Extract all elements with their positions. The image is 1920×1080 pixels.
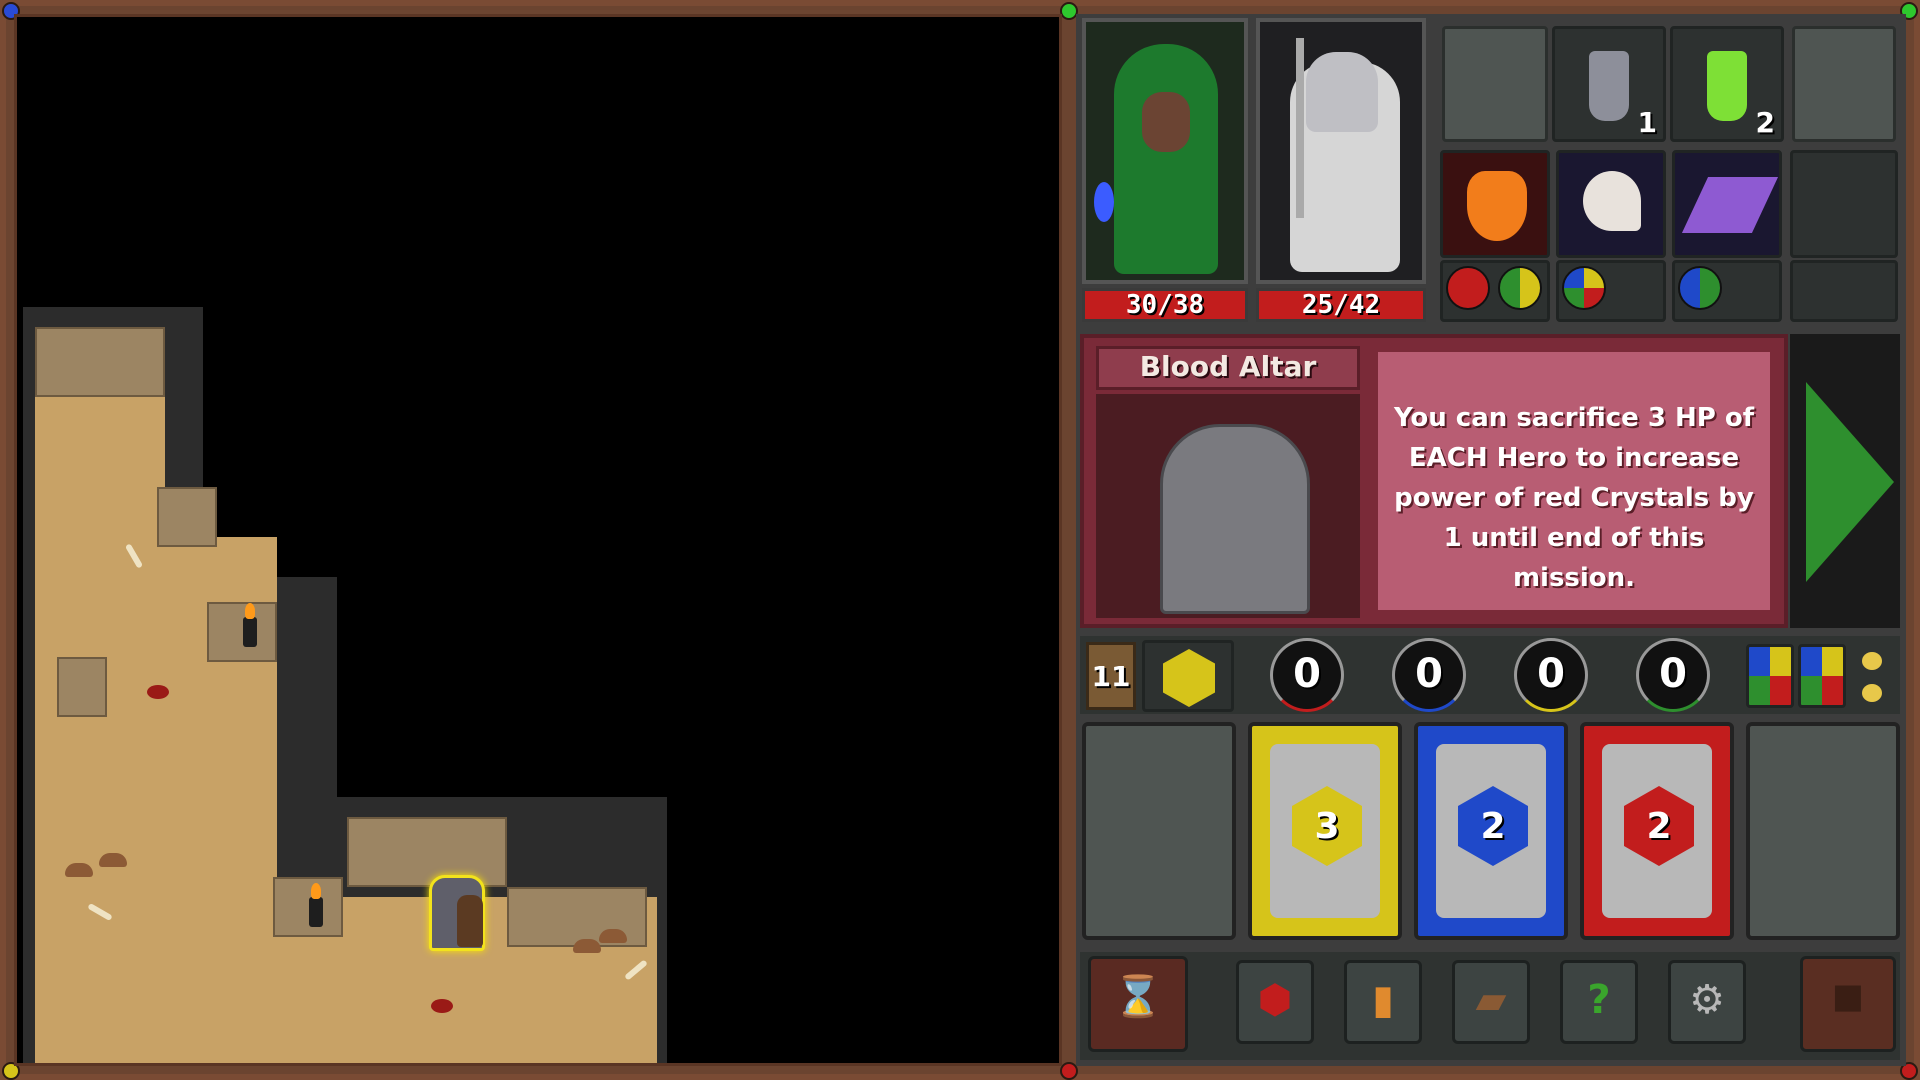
helmet-icon (1306, 52, 1378, 132)
face-icon (1142, 92, 1190, 152)
pot-icon (1862, 684, 1882, 702)
skill-slot-empty[interactable] (1790, 150, 1898, 258)
backpack-icon: ◼ (1831, 973, 1865, 1019)
green-crystal-pool: 0 (1636, 638, 1710, 712)
map-scroll-button[interactable]: ▮ (1344, 960, 1422, 1044)
skill-slot-claw[interactable] (1672, 150, 1782, 258)
card-slot-empty[interactable] (1082, 722, 1236, 940)
card-value: 2 (1646, 806, 1672, 847)
next-arrow-button[interactable] (1790, 334, 1900, 628)
cave-wall (207, 602, 277, 662)
dungeon-map[interactable] (14, 14, 1062, 1066)
inventory-slot-empty[interactable] (1792, 26, 1896, 142)
card-slot-empty[interactable] (1746, 722, 1900, 940)
end-turn-button[interactable]: ⌛ (1088, 956, 1188, 1052)
hero-hp-bar-mage: 30/38 (1082, 288, 1248, 322)
crystal-card-red[interactable]: 2 (1580, 722, 1734, 940)
potion-slot-green[interactable]: 2 (1670, 26, 1784, 142)
scroll-icon: ▮ (1371, 977, 1394, 1023)
blue-green-crystal-icon (1678, 266, 1722, 310)
hero-portrait-mage[interactable] (1082, 18, 1248, 284)
event-description: You can sacrifice 3 HP of EACH Hero to i… (1374, 348, 1774, 614)
yellow-crystal-pool: 0 (1514, 638, 1588, 712)
potion-slot-grey[interactable]: 1 (1552, 26, 1666, 142)
cave-wall (347, 817, 507, 887)
yellow-gem-icon (1163, 649, 1215, 707)
mushroom-icon (65, 863, 93, 877)
purple-claw-icon (1681, 177, 1779, 233)
skill-slot-fire-hand[interactable] (1440, 150, 1550, 258)
question-mark-icon: ? (1587, 977, 1611, 1023)
book-icon: ▰ (1475, 977, 1507, 1023)
potion-grey-count: 1 (1637, 106, 1657, 139)
cave-wall (157, 487, 217, 547)
cave-wall (35, 327, 165, 397)
inventory-slot-empty[interactable] (1442, 26, 1548, 142)
torch-icon (309, 883, 323, 927)
turn-counter-badge: 11 (1086, 642, 1136, 710)
cave-wall (273, 877, 343, 937)
event-title: Blood Altar (1096, 346, 1360, 390)
crystal-card-blue[interactable]: 2 (1414, 722, 1568, 940)
yellow-green-crystal-icon (1498, 266, 1542, 310)
event-card: Blood Altar You can sacrifice 3 HP of EA… (1080, 334, 1788, 628)
crystal-card-deck-icon[interactable] (1746, 644, 1794, 708)
settings-button[interactable]: ⚙ (1668, 960, 1746, 1044)
hero-portrait-knight[interactable] (1256, 18, 1426, 284)
potion-green-count: 2 (1755, 106, 1775, 139)
red-crystal-icon (1446, 266, 1490, 310)
altar-statue-icon (1160, 424, 1310, 614)
fire-hand-icon (1467, 171, 1527, 241)
blood-fang-icon (1583, 171, 1641, 231)
gear-icon: ⚙ (1689, 977, 1725, 1023)
multi-crystal-icon (1562, 266, 1606, 310)
crystal-card-yellow[interactable]: 3 (1248, 722, 1402, 940)
crystal-menu-button[interactable]: ⬢ (1236, 960, 1314, 1044)
skill-slot-blood-strike[interactable] (1556, 150, 1666, 258)
blood-stain-icon (147, 685, 169, 699)
mushroom-icon (599, 929, 627, 943)
party-hero-sprite[interactable] (457, 895, 483, 947)
crystal-card-deck-icon[interactable] (1798, 644, 1846, 708)
blue-crystal-pool: 0 (1392, 638, 1466, 712)
grey-potion-icon (1589, 51, 1629, 121)
cave-wall (57, 657, 107, 717)
yellow-gem-slot[interactable] (1142, 640, 1234, 712)
red-crystal-pool: 0 (1270, 638, 1344, 712)
blue-flame-icon (1094, 182, 1114, 222)
card-value: 2 (1480, 806, 1506, 847)
journal-button[interactable]: ▰ (1452, 960, 1530, 1044)
help-button[interactable]: ? (1560, 960, 1638, 1044)
mushroom-icon (573, 939, 601, 953)
sword-icon (1296, 38, 1304, 218)
hourglass-icon: ⌛ (1113, 974, 1163, 1020)
hero-hp-bar-knight: 25/42 (1256, 288, 1426, 322)
green-potion-icon (1707, 51, 1747, 121)
card-value: 3 (1314, 806, 1340, 847)
mushroom-icon (99, 853, 127, 867)
blood-stain-icon (431, 999, 453, 1013)
torch-icon (243, 603, 257, 647)
red-gem-icon: ⬢ (1257, 977, 1293, 1023)
skill-cost-row (1790, 260, 1898, 322)
green-hood-icon (1114, 44, 1218, 274)
pot-icon (1862, 652, 1882, 670)
event-image (1096, 394, 1360, 618)
inventory-bag-button[interactable]: ◼ (1800, 956, 1896, 1052)
